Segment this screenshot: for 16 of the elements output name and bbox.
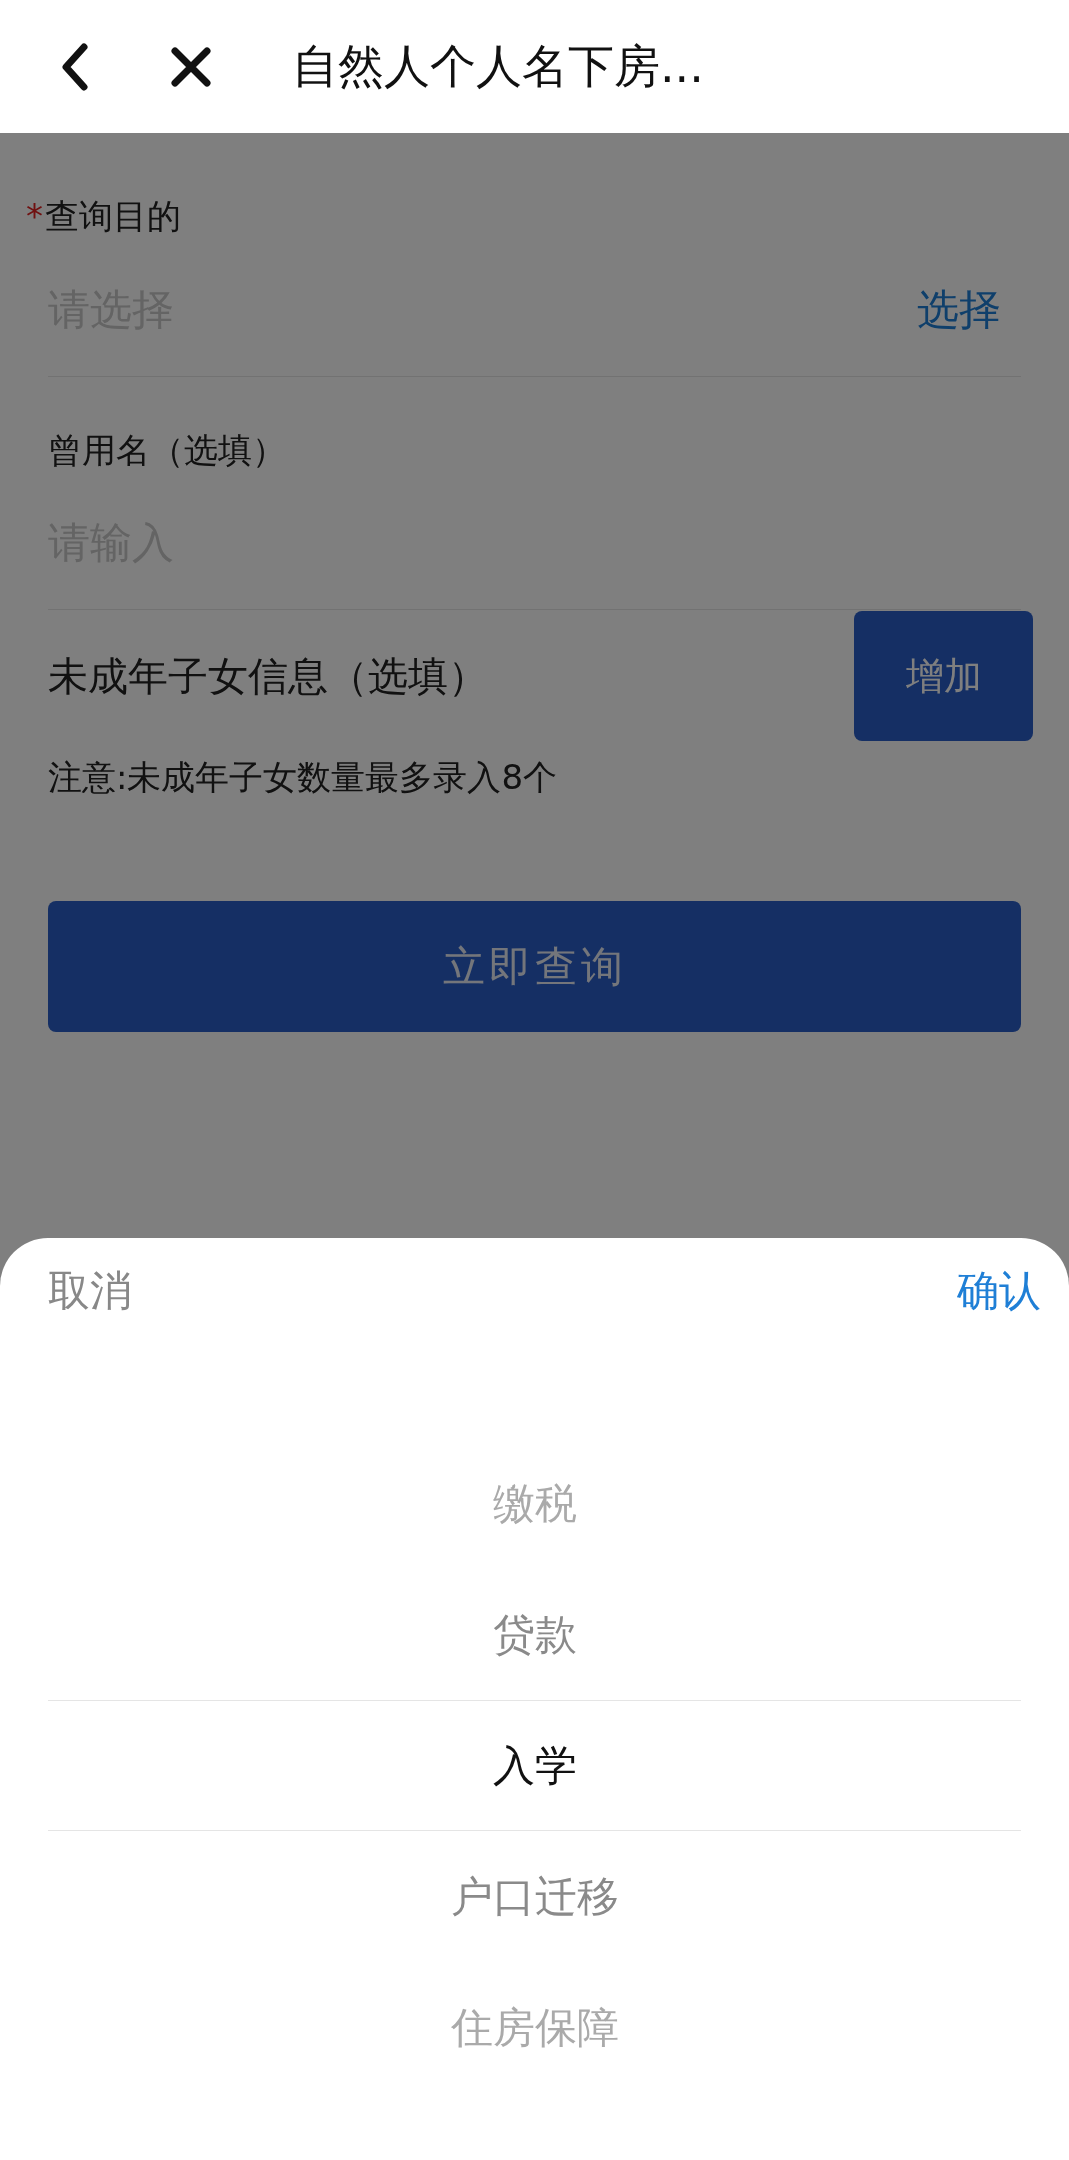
picker-option[interactable]: 户口迁移 [48, 1831, 1021, 1962]
section-label: 未成年子女信息（选填） [48, 652, 488, 701]
picker-option[interactable]: 缴税 [48, 1438, 1021, 1569]
field-label: 查询目的 [45, 195, 181, 238]
field-label: 曾用名（选填） [48, 429, 286, 472]
picker-option[interactable]: 贷款 [48, 1569, 1021, 1700]
select-link[interactable]: 选择 [917, 277, 1001, 341]
page-title: 自然人个人名下房... [292, 38, 704, 95]
confirm-button[interactable]: 确认 [957, 1258, 1041, 1322]
picker-option[interactable]: 入学 [48, 1700, 1021, 1831]
add-button[interactable]: 增加 [854, 611, 1033, 741]
picker-option[interactable]: 住房保障 [48, 1962, 1021, 2093]
required-mark: * [26, 195, 43, 238]
cancel-button[interactable]: 取消 [48, 1258, 132, 1322]
query-button[interactable]: 立即查询 [48, 901, 1021, 1032]
note-text: 注意:未成年子女数量最多录入8个 [48, 756, 558, 799]
